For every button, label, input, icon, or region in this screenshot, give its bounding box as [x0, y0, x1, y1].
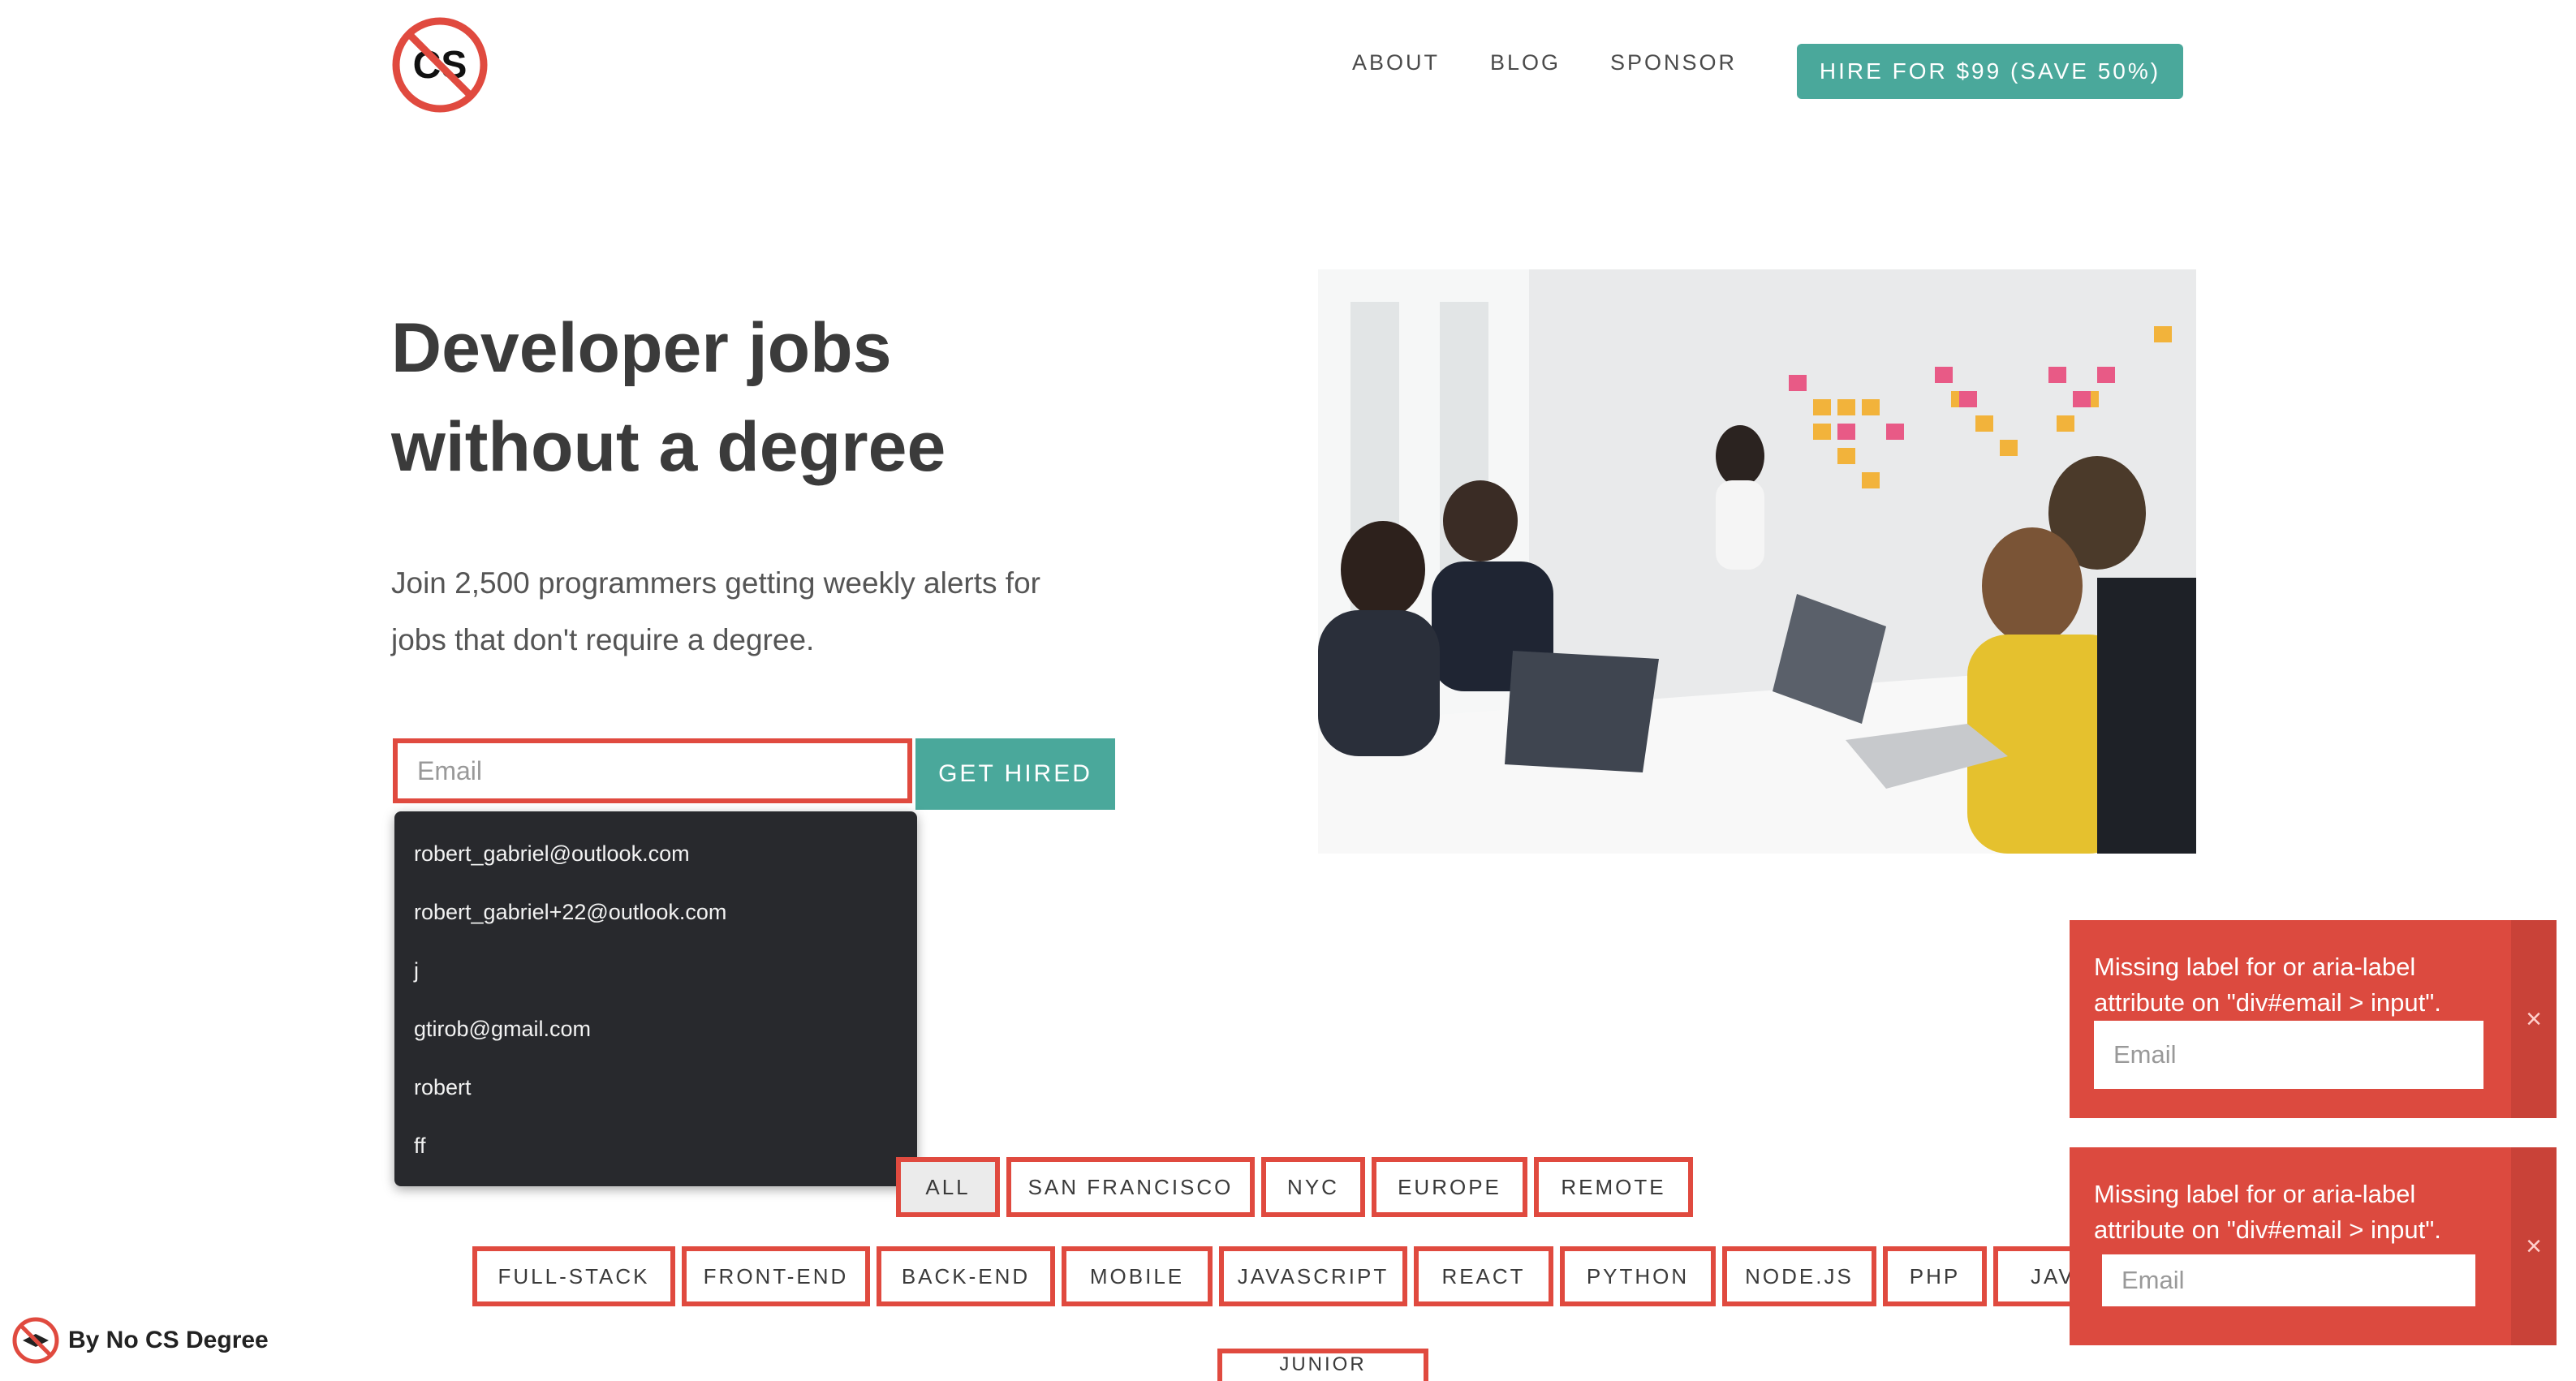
filter-back-end[interactable]: BACK-END: [877, 1246, 1055, 1306]
filter-full-stack[interactable]: FULL-STACK: [472, 1246, 675, 1306]
no-cs-degree-logo[interactable]: CS: [391, 16, 489, 114]
email-input[interactable]: [398, 743, 907, 798]
autocomplete-option[interactable]: gtirob@gmail.com: [394, 1000, 917, 1058]
autocomplete-option[interactable]: robert_gabriel@outlook.com: [394, 824, 917, 883]
hero-title: Developer jobs without a degree: [391, 299, 1122, 497]
hero-office-photo: [1318, 269, 2196, 854]
nav-sponsor[interactable]: SPONSOR: [1610, 50, 1737, 75]
accessibility-warning-toast: Missing label for or aria-label attribut…: [2070, 1147, 2557, 1345]
filter-python[interactable]: PYTHON: [1560, 1246, 1716, 1306]
filter-all[interactable]: ALL: [896, 1157, 1000, 1217]
filter-nyc[interactable]: NYC: [1261, 1157, 1365, 1217]
filter-php[interactable]: PHP: [1883, 1246, 1987, 1306]
nav-about[interactable]: ABOUT: [1352, 50, 1440, 75]
toast-email-preview: Email: [2102, 1254, 2475, 1306]
autocomplete-option[interactable]: robert_gabriel+22@outlook.com: [394, 883, 917, 941]
autocomplete-option[interactable]: ff: [394, 1116, 917, 1175]
filter-san-francisco[interactable]: SAN FRANCISCO: [1006, 1157, 1255, 1217]
filter-nodejs[interactable]: NODE.JS: [1722, 1246, 1876, 1306]
filter-junior-partial[interactable]: JUNIOR: [1217, 1349, 1428, 1381]
autocomplete-option[interactable]: j: [394, 941, 917, 1000]
hero-title-line1: Developer jobs: [391, 309, 892, 387]
no-cs-degree-badge-icon: [12, 1317, 59, 1364]
toast-email-preview: Email: [2094, 1021, 2483, 1089]
accessibility-warning-toast: Missing label for or aria-label attribut…: [2070, 920, 2557, 1118]
close-icon: ×: [2526, 1003, 2542, 1035]
toast-close-button[interactable]: ×: [2511, 920, 2557, 1118]
close-icon: ×: [2526, 1230, 2542, 1262]
toast-message: Missing label for or aria-label attribut…: [2094, 1180, 2441, 1244]
toast-message: Missing label for or aria-label attribut…: [2094, 953, 2441, 1017]
filter-all-label: ALL: [901, 1162, 995, 1212]
get-hired-button[interactable]: GET HIRED: [915, 738, 1115, 810]
hire-button[interactable]: HIRE FOR $99 (SAVE 50%): [1797, 44, 2183, 99]
hero-title-line2: without a degree: [391, 408, 946, 486]
toast-close-button[interactable]: ×: [2511, 1147, 2557, 1345]
filter-react[interactable]: REACT: [1414, 1246, 1553, 1306]
badge-label: By No CS Degree: [68, 1327, 269, 1353]
autocomplete-option[interactable]: robert: [394, 1058, 917, 1116]
filter-javascript[interactable]: JAVASCRIPT: [1219, 1246, 1407, 1306]
nav-blog[interactable]: BLOG: [1490, 50, 1561, 75]
filter-front-end[interactable]: FRONT-END: [682, 1246, 870, 1306]
email-autocomplete-dropdown: robert_gabriel@outlook.com robert_gabrie…: [394, 811, 917, 1186]
hero-subtitle: Join 2,500 programmers getting weekly al…: [391, 566, 1040, 656]
filter-mobile[interactable]: MOBILE: [1062, 1246, 1213, 1306]
email-field-wrapper: [393, 738, 912, 803]
filter-europe[interactable]: EUROPE: [1372, 1157, 1527, 1217]
filter-remote[interactable]: REMOTE: [1534, 1157, 1693, 1217]
by-no-cs-degree-badge[interactable]: By No CS Degree: [11, 1316, 269, 1365]
